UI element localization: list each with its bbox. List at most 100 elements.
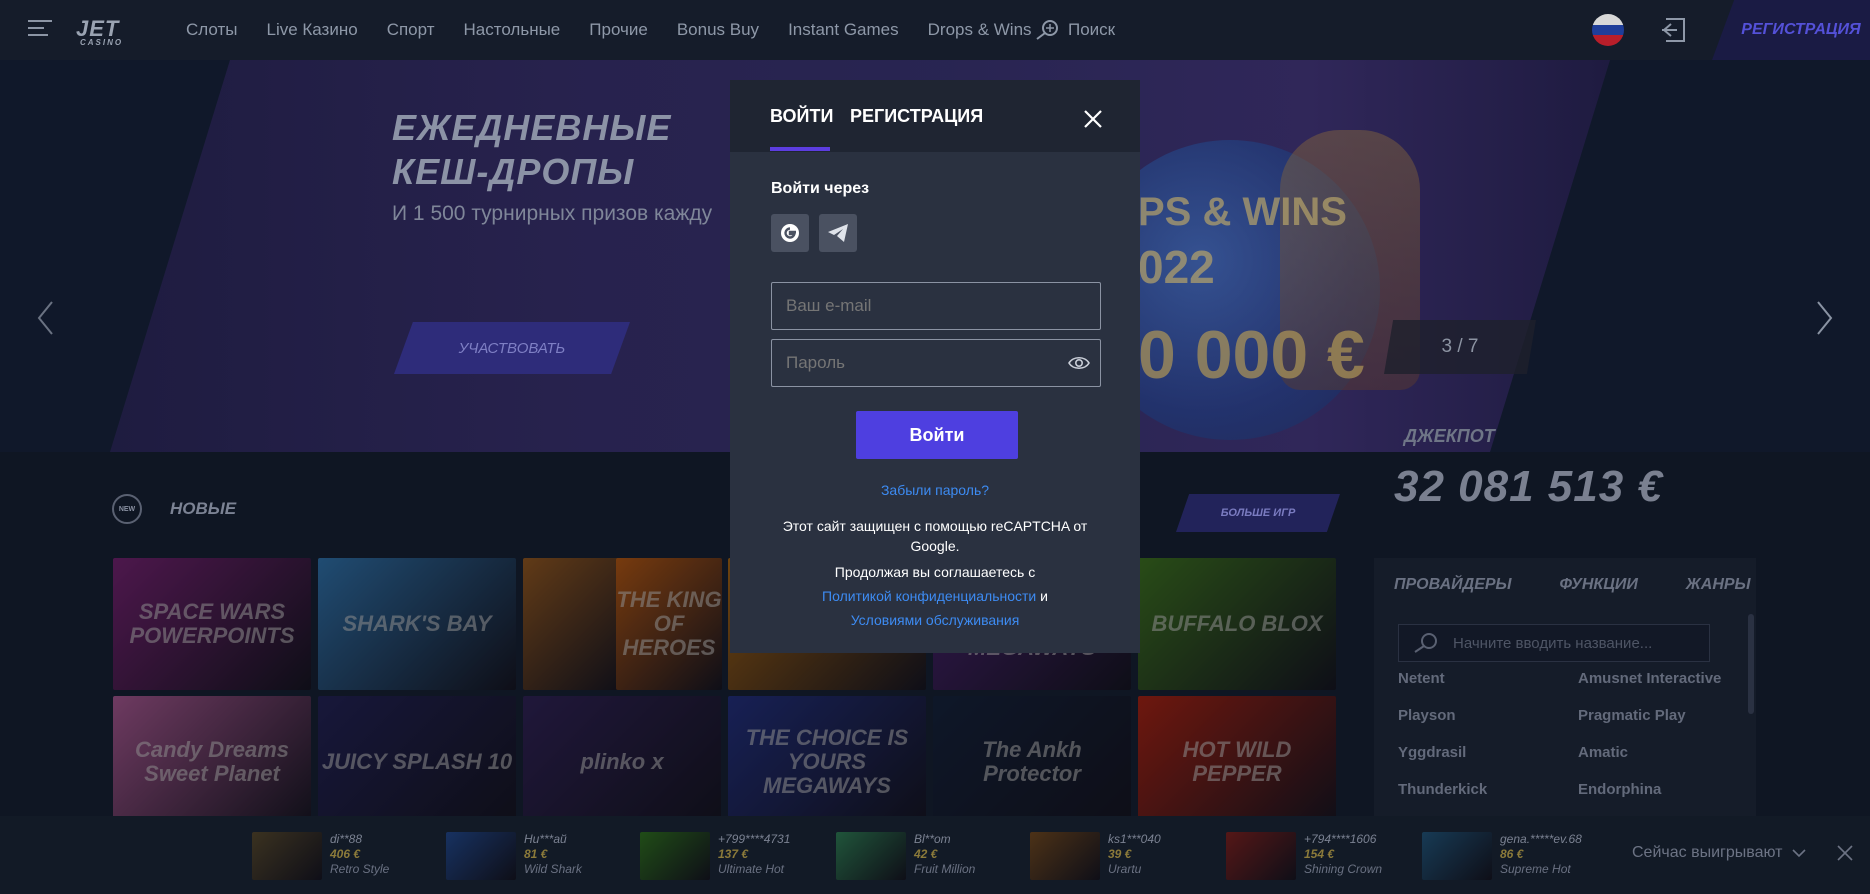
chevron-left-icon[interactable] xyxy=(36,300,56,336)
telegram-icon xyxy=(828,224,848,242)
provider-item[interactable]: Playson xyxy=(1398,707,1578,724)
provider-search-input[interactable]: Начните вводить название... xyxy=(1398,624,1710,662)
terms-link[interactable]: Условиями обслуживания xyxy=(851,612,1020,628)
site-logo[interactable]: JET CASINO xyxy=(76,16,123,47)
chevron-down-icon xyxy=(1792,849,1807,858)
winner-game: Supreme Hot xyxy=(1500,862,1571,876)
nav-item[interactable]: Drops & Wins xyxy=(928,20,1032,40)
recaptcha-notice: Этот сайт защищен с помощью reCAPTCHA от… xyxy=(770,516,1100,630)
close-icon[interactable] xyxy=(1082,108,1104,130)
winner-game-thumbnail xyxy=(640,832,710,880)
recaptcha-line1: Этот сайт защищен с помощью reCAPTCHA от… xyxy=(782,518,1088,554)
nav-item[interactable]: Live Казино xyxy=(266,20,357,40)
login-icon[interactable] xyxy=(1660,16,1688,44)
header-register-button[interactable]: РЕГИСТРАЦИЯ xyxy=(1712,0,1870,60)
winner-game-thumbnail xyxy=(1226,832,1296,880)
game-tile[interactable]: BUFFALO BLOX xyxy=(1138,558,1336,690)
provider-item[interactable]: Endorphina xyxy=(1578,781,1738,798)
provider-item[interactable]: Yggdrasil xyxy=(1398,744,1578,761)
provider-item[interactable]: Pragmatic Play xyxy=(1578,707,1738,724)
game-tile[interactable]: THE CHOICE IS YOURS MEGAWAYS xyxy=(728,696,926,828)
winner-game-thumbnail xyxy=(836,832,906,880)
game-tile[interactable]: THE KING OF HEROES xyxy=(616,558,722,690)
winner-item[interactable]: ks1***040 39 € Urartu xyxy=(1030,832,1161,880)
modal-header: ВОЙТИ РЕГИСТРАЦИЯ xyxy=(730,80,1140,152)
search-nav-button[interactable]: Поиск xyxy=(1034,19,1115,41)
game-tile[interactable]: The Ankh Protector xyxy=(933,696,1131,828)
winner-item[interactable]: Bl**om 42 € Fruit Million xyxy=(836,832,975,880)
winner-amount: 81 € xyxy=(524,847,548,861)
winner-info: +794****1606 154 € Shining Crown xyxy=(1304,832,1382,880)
game-tile[interactable]: plinko x xyxy=(523,696,721,828)
game-tile[interactable] xyxy=(523,558,623,690)
tab-register[interactable]: РЕГИСТРАЦИЯ xyxy=(850,106,983,127)
game-tile[interactable]: SHARK'S BAY xyxy=(318,558,516,690)
winner-info: gena.*****ev.68 86 € Supreme Hot xyxy=(1500,832,1582,880)
winner-item[interactable]: +799****4731 137 € Ultimate Hot xyxy=(640,832,790,880)
login-submit-button[interactable]: Войти xyxy=(856,411,1018,459)
show-password-icon[interactable] xyxy=(1068,355,1090,371)
winner-item[interactable]: di**88 406 € Retro Style xyxy=(252,832,389,880)
provider-item[interactable]: Amatic xyxy=(1578,744,1738,761)
game-tile[interactable]: SPACE WARS POWERPOINTS xyxy=(113,558,311,690)
close-icon[interactable] xyxy=(1836,844,1854,862)
game-tile[interactable]: JUICY SPLASH 10 xyxy=(318,696,516,828)
chevron-right-icon[interactable] xyxy=(1814,300,1834,336)
top-header: JET CASINO Слоты Live Казино Спорт Настольны… xyxy=(0,0,1870,60)
nav-item[interactable]: Прочие xyxy=(589,20,648,40)
provider-tab[interactable]: ПРОВАЙДЕРЫ xyxy=(1394,576,1512,594)
google-icon xyxy=(781,224,799,242)
winner-amount: 42 € xyxy=(914,847,938,861)
game-tile[interactable]: Candy Dreams Sweet Planet xyxy=(113,696,311,828)
now-winning-label: Сейчас выигрывают xyxy=(1632,844,1783,861)
nav-item[interactable]: Настольные xyxy=(464,20,561,40)
google-login-button[interactable] xyxy=(771,214,809,252)
privacy-policy-link[interactable]: Политикой конфиденциальности xyxy=(822,588,1036,604)
provider-search-placeholder: Начните вводить название... xyxy=(1453,634,1653,652)
winner-name: ks1***040 xyxy=(1108,832,1161,846)
nav-item[interactable]: Instant Games xyxy=(788,20,899,40)
winner-item[interactable]: Hu***ай 81 € Wild Shark xyxy=(446,832,582,880)
winner-name: di**88 xyxy=(330,832,363,846)
game-tile[interactable]: HOT WILD PEPPER xyxy=(1138,696,1336,828)
provider-item[interactable]: Netent xyxy=(1398,670,1578,687)
winner-name: +794****1606 xyxy=(1304,832,1377,846)
provider-tab[interactable]: ФУНКЦИИ xyxy=(1560,576,1638,594)
nav-item[interactable]: Спорт xyxy=(387,20,435,40)
winner-item[interactable]: gena.*****ev.68 86 € Supreme Hot xyxy=(1422,832,1582,880)
search-label: Поиск xyxy=(1068,20,1116,39)
jackpot-value: 32 081 513 € xyxy=(1394,462,1663,511)
menu-icon[interactable] xyxy=(28,20,52,38)
forgot-password-link[interactable]: Забыли пароль? xyxy=(730,482,1140,498)
winner-amount: 86 € xyxy=(1500,847,1524,861)
more-games-button[interactable]: БОЛЬШЕ ИГР xyxy=(1176,494,1340,532)
language-flag-icon[interactable] xyxy=(1592,14,1624,46)
banner-art-text: PS & WINS xyxy=(1138,190,1347,234)
winner-amount: 39 € xyxy=(1108,847,1132,861)
winner-info: Hu***ай 81 € Wild Shark xyxy=(524,832,582,880)
winner-info: Bl**om 42 € Fruit Million xyxy=(914,832,975,880)
winner-item[interactable]: +794****1606 154 € Shining Crown xyxy=(1226,832,1382,880)
winner-amount: 154 € xyxy=(1304,847,1335,861)
tab-login[interactable]: ВОЙТИ xyxy=(770,106,833,127)
slide-counter: 3 / 7 xyxy=(1384,320,1536,374)
email-field[interactable] xyxy=(771,282,1101,330)
providers-panel: ПРОВАЙДЕРЫ ФУНКЦИИ ЖАНРЫ Начните вводить н… xyxy=(1374,558,1756,828)
winner-name: Bl**om xyxy=(914,832,951,846)
provider-tab[interactable]: ЖАНРЫ xyxy=(1686,576,1751,594)
nav-item[interactable]: Слоты xyxy=(186,20,237,40)
telegram-login-button[interactable] xyxy=(819,214,857,252)
now-winning-toggle[interactable]: Сейчас выигрывают xyxy=(1632,844,1807,862)
winner-info: ks1***040 39 € Urartu xyxy=(1108,832,1161,880)
banner-title: ЕЖЕДНЕВНЫЕ КЕШ-ДРОПЫ xyxy=(392,107,672,192)
winner-name: gena.*****ev.68 xyxy=(1500,832,1582,846)
provider-item[interactable]: Amusnet Interactive xyxy=(1578,670,1738,687)
providers-list: Netent Amusnet Interactive Playson Pragmati… xyxy=(1398,670,1738,798)
providers-scrollbar[interactable] xyxy=(1748,614,1754,714)
provider-item[interactable]: Thunderkick xyxy=(1398,781,1578,798)
nav-item[interactable]: Bonus Buy xyxy=(677,20,759,40)
winner-info: di**88 406 € Retro Style xyxy=(330,832,389,880)
and-text: и xyxy=(1040,588,1048,604)
password-field[interactable] xyxy=(771,339,1101,387)
participate-button[interactable]: УЧАСТВОВАТЬ xyxy=(394,322,630,374)
